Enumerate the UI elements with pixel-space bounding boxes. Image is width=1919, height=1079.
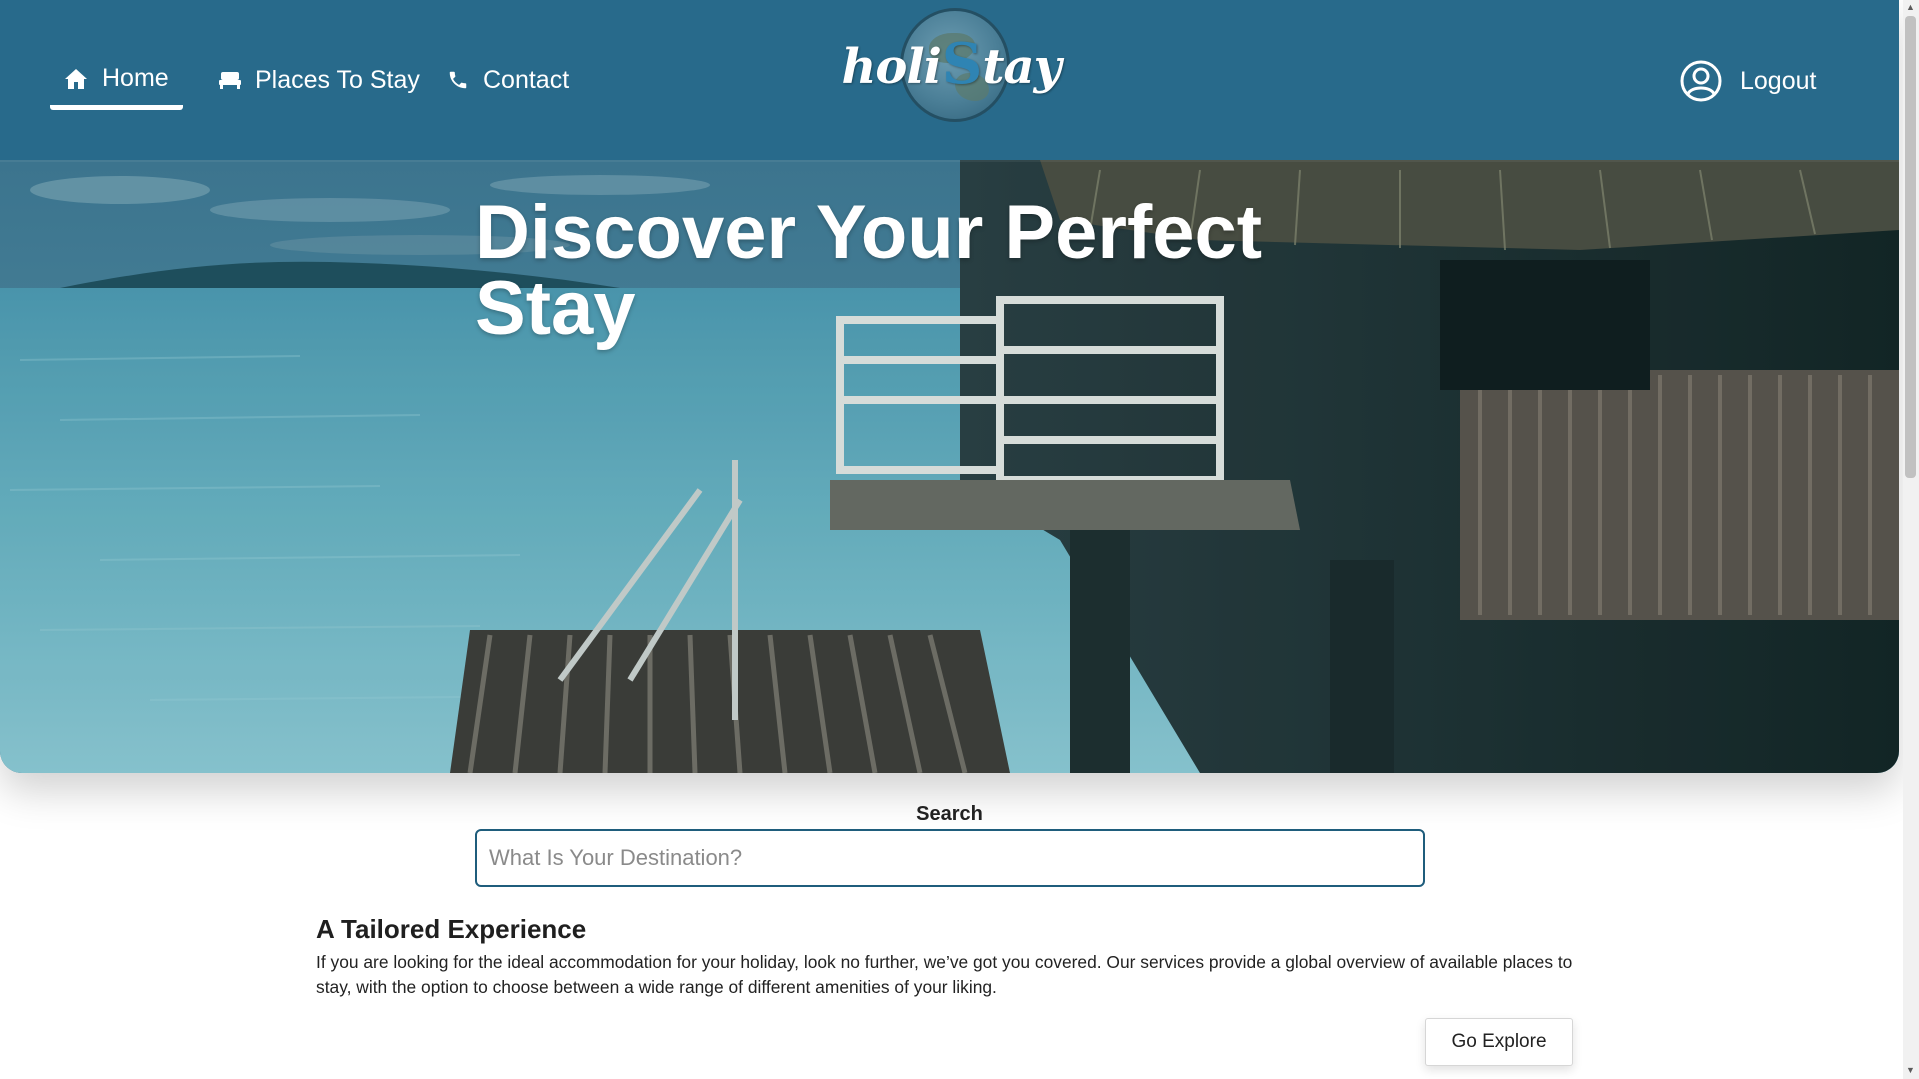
- nav-contact-label: Contact: [483, 65, 570, 94]
- bed-icon: [219, 72, 241, 89]
- nav-contact[interactable]: Contact: [433, 52, 583, 108]
- nav-places-label: Places To Stay: [255, 65, 420, 94]
- logo-text: holi Stay: [841, 31, 1062, 97]
- search-input[interactable]: [475, 829, 1425, 887]
- holistay-logo[interactable]: holi Stay: [842, 4, 1062, 124]
- scroll-up-icon[interactable]: ▲: [1905, 2, 1916, 14]
- phone-icon: [449, 71, 467, 89]
- scroll-down-icon[interactable]: ▼: [1905, 1065, 1916, 1077]
- user-circle-icon: [1680, 60, 1722, 102]
- section-title: A Tailored Experience: [316, 914, 587, 944]
- scrollbar-thumb[interactable]: [1905, 16, 1916, 478]
- logout-button[interactable]: Logout: [1680, 56, 1816, 106]
- home-icon: [65, 68, 87, 89]
- hero-title: Discover Your Perfect Stay: [475, 190, 1263, 351]
- navbar: Home Places To Stay Contact holi Stay Lo…: [0, 0, 1899, 160]
- logo-text-s: S: [941, 31, 982, 97]
- logout-label: Logout: [1740, 66, 1817, 95]
- go-explore-button[interactable]: Go Explore: [1425, 1018, 1573, 1066]
- nav-home-label: Home: [102, 64, 169, 92]
- hero-section: Home Places To Stay Contact holi Stay Lo…: [0, 0, 1899, 773]
- section-description: If you are looking for the ideal accommo…: [316, 952, 1573, 997]
- logo-text-left: holi: [841, 39, 942, 95]
- nav-home[interactable]: Home: [50, 52, 183, 110]
- nav-places-to-stay[interactable]: Places To Stay: [205, 52, 434, 108]
- search-label: Search: [916, 803, 983, 825]
- logo-text-right: tay: [982, 39, 1061, 95]
